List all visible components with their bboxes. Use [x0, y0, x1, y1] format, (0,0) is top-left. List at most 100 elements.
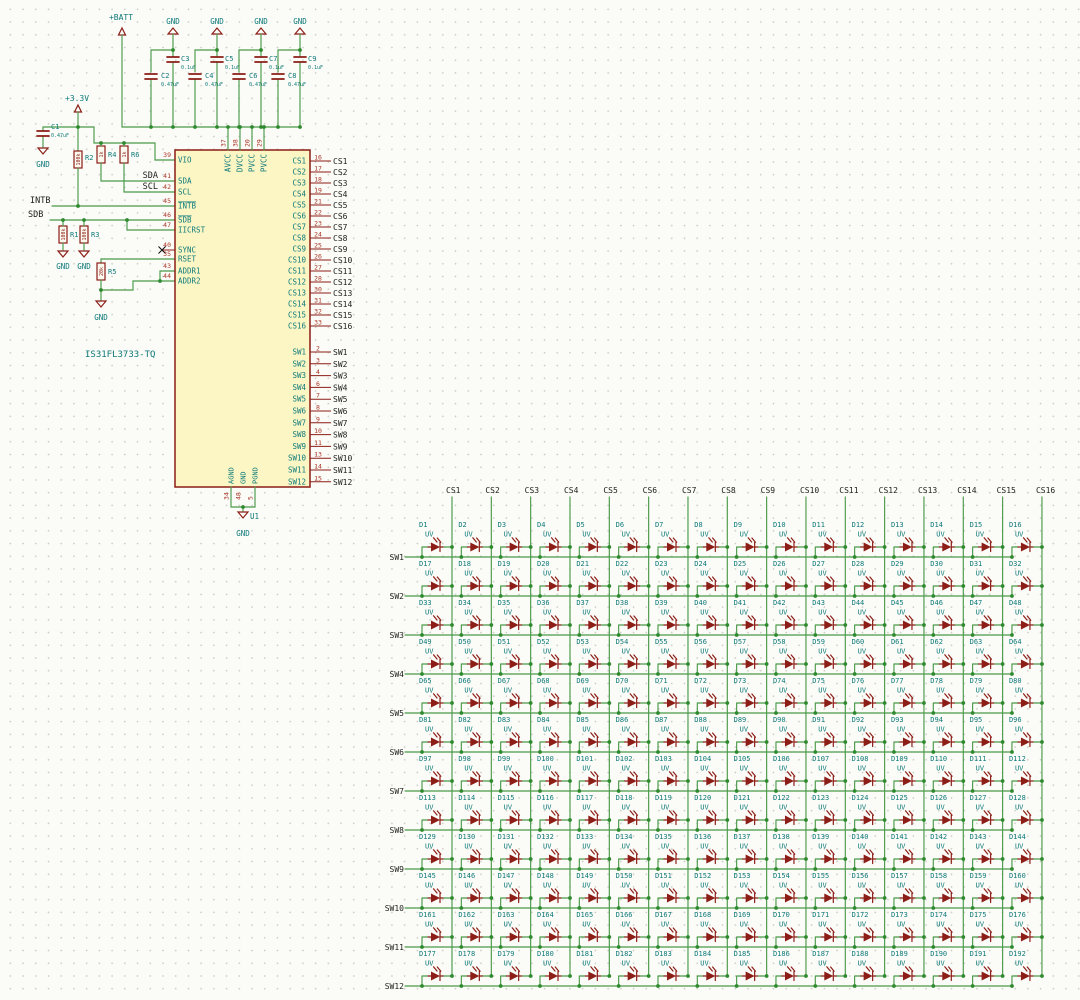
led-ref-D174[interactable]: D174: [930, 911, 947, 919]
led-value[interactable]: UV: [740, 960, 749, 968]
led-ref-D20[interactable]: D20: [537, 560, 550, 568]
led-ref-D167[interactable]: D167: [655, 911, 672, 919]
led-value[interactable]: UV: [897, 726, 906, 734]
led-ref-D144[interactable]: D144: [1009, 833, 1026, 841]
led-ref-D14[interactable]: D14: [930, 521, 943, 529]
led-value[interactable]: UV: [700, 726, 709, 734]
led-ref-D154[interactable]: D154: [773, 872, 790, 880]
net-label-SW8[interactable]: SW8: [333, 431, 348, 440]
led-value[interactable]: UV: [700, 960, 709, 968]
matrix-col-label-CS3[interactable]: CS3: [525, 486, 540, 495]
led-ref-D95[interactable]: D95: [970, 716, 983, 724]
led-value[interactable]: UV: [818, 882, 827, 890]
led-ref-D145[interactable]: D145: [419, 872, 436, 880]
led-value[interactable]: UV: [700, 687, 709, 695]
led-value[interactable]: UV: [976, 687, 985, 695]
matrix-col-label-CS11[interactable]: CS11: [839, 486, 858, 495]
led-ref-D75[interactable]: D75: [812, 677, 825, 685]
led-ref-D166[interactable]: D166: [616, 911, 633, 919]
led-ref-D88[interactable]: D88: [694, 716, 707, 724]
led-ref-D11[interactable]: D11: [812, 521, 825, 529]
led-value[interactable]: UV: [543, 648, 552, 656]
led-value[interactable]: UV: [740, 804, 749, 812]
led-value[interactable]: UV: [543, 882, 552, 890]
matrix-col-label-CS9[interactable]: CS9: [761, 486, 776, 495]
led-value[interactable]: UV: [504, 570, 513, 578]
led-ref-D73[interactable]: D73: [734, 677, 747, 685]
led-ref-D164[interactable]: D164: [537, 911, 554, 919]
led-ref-D159[interactable]: D159: [970, 872, 987, 880]
led-ref-D109[interactable]: D109: [891, 755, 908, 763]
led-value[interactable]: UV: [897, 648, 906, 656]
led-value[interactable]: UV: [976, 960, 985, 968]
led-value[interactable]: UV: [740, 609, 749, 617]
led-value[interactable]: UV: [858, 687, 867, 695]
led-value[interactable]: UV: [1015, 843, 1024, 851]
led-ref-D19[interactable]: D19: [498, 560, 511, 568]
led-value[interactable]: UV: [818, 648, 827, 656]
led-value[interactable]: UV: [897, 531, 906, 539]
led-ref-D3[interactable]: D3: [498, 521, 506, 529]
led-value[interactable]: UV: [700, 921, 709, 929]
led-value[interactable]: UV: [1015, 531, 1024, 539]
led-ref-D185[interactable]: D185: [734, 950, 751, 958]
led-value[interactable]: UV: [504, 921, 513, 929]
led-value[interactable]: UV: [504, 687, 513, 695]
led-ref-D60[interactable]: D60: [852, 638, 865, 646]
led-ref-D100[interactable]: D100: [537, 755, 554, 763]
led-ref-D117[interactable]: D117: [576, 794, 593, 802]
matrix-row-label-SW3[interactable]: SW3: [390, 631, 405, 640]
power-flag-icon[interactable]: [75, 105, 82, 112]
led-ref-D178[interactable]: D178: [458, 950, 475, 958]
led-value[interactable]: UV: [700, 609, 709, 617]
matrix-col-label-CS8[interactable]: CS8: [721, 486, 736, 495]
led-value[interactable]: UV: [779, 804, 788, 812]
led-value[interactable]: UV: [858, 921, 867, 929]
net-label-CS1[interactable]: CS1: [333, 157, 348, 166]
led-ref-D111[interactable]: D111: [970, 755, 987, 763]
led-value[interactable]: UV: [661, 687, 670, 695]
led-ref-D83[interactable]: D83: [498, 716, 511, 724]
led-value[interactable]: UV: [700, 570, 709, 578]
led-ref-D71[interactable]: D71: [655, 677, 668, 685]
led-value[interactable]: UV: [543, 921, 552, 929]
led-value[interactable]: UV: [464, 726, 473, 734]
led-ref-D86[interactable]: D86: [616, 716, 629, 724]
matrix-row-label-SW8[interactable]: SW8: [390, 826, 405, 835]
led-ref-D107[interactable]: D107: [812, 755, 829, 763]
led-value[interactable]: UV: [582, 804, 591, 812]
led-ref-D28[interactable]: D28: [852, 560, 865, 568]
led-ref-D155[interactable]: D155: [812, 872, 829, 880]
led-value[interactable]: UV: [897, 921, 906, 929]
led-value[interactable]: UV: [818, 843, 827, 851]
led-value[interactable]: UV: [740, 726, 749, 734]
led-value[interactable]: UV: [425, 726, 434, 734]
led-value[interactable]: UV: [1015, 960, 1024, 968]
led-ref-D29[interactable]: D29: [891, 560, 904, 568]
net-label-CS5[interactable]: CS5: [333, 201, 348, 210]
led-value[interactable]: UV: [936, 687, 945, 695]
capacitor-C7[interactable]: [255, 57, 267, 62]
led-ref-D78[interactable]: D78: [930, 677, 943, 685]
led-ref-D42[interactable]: D42: [773, 599, 786, 607]
matrix-col-label-CS14[interactable]: CS14: [957, 486, 976, 495]
led-value[interactable]: UV: [425, 648, 434, 656]
led-ref-D24[interactable]: D24: [694, 560, 707, 568]
led-ref-D125[interactable]: D125: [891, 794, 908, 802]
net-label-intb[interactable]: INTB: [30, 196, 50, 206]
led-ref-D131[interactable]: D131: [498, 833, 515, 841]
led-value[interactable]: UV: [936, 960, 945, 968]
led-value[interactable]: UV: [622, 804, 631, 812]
matrix-row-label-SW1[interactable]: SW1: [390, 553, 405, 562]
ic-ref-label[interactable]: U1: [250, 512, 259, 521]
led-value[interactable]: UV: [740, 531, 749, 539]
led-ref-D156[interactable]: D156: [852, 872, 869, 880]
resistor-ref[interactable]: R2: [85, 154, 93, 162]
batt-power-label[interactable]: +BATT: [109, 13, 133, 22]
led-value[interactable]: UV: [622, 687, 631, 695]
net-label-scl[interactable]: SCL: [143, 182, 158, 192]
led-ref-D127[interactable]: D127: [970, 794, 987, 802]
led-ref-D97[interactable]: D97: [419, 755, 432, 763]
matrix-row-label-SW11[interactable]: SW11: [385, 943, 404, 952]
gnd-symbol[interactable]: [96, 301, 106, 307]
